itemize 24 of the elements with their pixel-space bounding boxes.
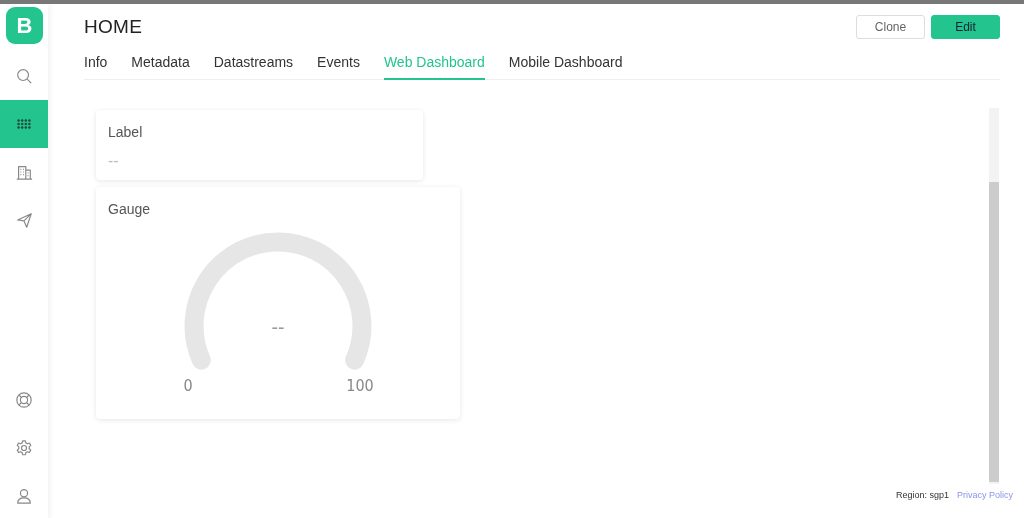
label-value: -- [108, 152, 120, 170]
user-icon [15, 487, 33, 505]
tab[interactable]: Events [317, 50, 360, 80]
primary-button[interactable]: Edit [931, 15, 1000, 39]
secondary-button[interactable]: Clone [856, 15, 925, 39]
tab[interactable]: Mobile Dashboard [508, 50, 623, 80]
building-icon [15, 163, 33, 181]
lifebuoy-icon [15, 391, 33, 409]
settings-icon [15, 439, 33, 457]
tab[interactable]: Metadata [131, 50, 190, 80]
sidebar-item[interactable] [0, 100, 48, 148]
tab[interactable]: Datastreams [213, 50, 294, 80]
search-icon [15, 67, 33, 85]
tab[interactable]: Info [84, 50, 108, 80]
scrollbar-track[interactable] [989, 108, 999, 484]
gauge-min: 0 [183, 376, 193, 395]
region-text: Region: sgp1 [895, 490, 949, 500]
gauge-value: -- [271, 315, 285, 339]
scrollbar-thumb[interactable] [989, 182, 999, 482]
gauge-max: 100 [346, 376, 374, 395]
widget-title: Label [108, 124, 144, 140]
paper-plane-icon [15, 211, 33, 229]
widget-title: Gauge [108, 201, 152, 217]
page-title: HOME [84, 16, 144, 38]
